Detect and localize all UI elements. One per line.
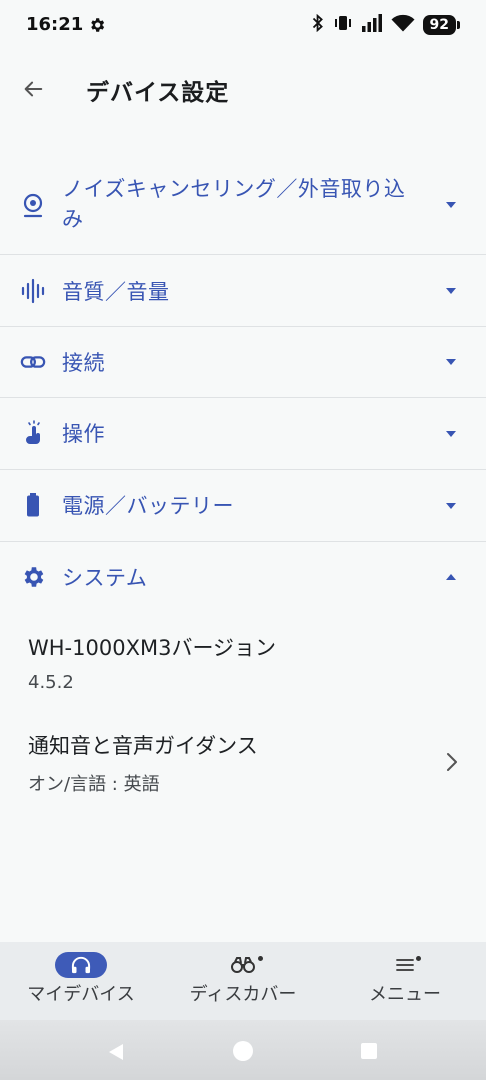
section-power-battery[interactable]: 電源／バッテリー [0, 470, 486, 542]
notification-dot [416, 956, 421, 961]
nav-label: マイデバイス [27, 984, 135, 1005]
section-system[interactable]: システム [0, 542, 486, 612]
chevron-down-icon [446, 288, 456, 294]
chevron-down-icon [446, 359, 456, 365]
section-label: 電源／バッテリー [62, 494, 234, 518]
section-label: システム [62, 566, 148, 590]
nav-tab-discover[interactable]: ディスカバー [162, 942, 324, 1020]
vibrate-icon [333, 15, 353, 35]
status-indicators: 92 [311, 13, 461, 36]
bottom-navigation: マイデバイス ディスカバー メニュー [0, 942, 486, 1020]
nav-label: メニュー [369, 984, 441, 1005]
section-label: 操作 [62, 422, 105, 446]
back-button[interactable] [16, 72, 50, 106]
bluetooth-icon [311, 13, 325, 36]
version-value: 4.5.2 [28, 672, 74, 693]
system-home-icon[interactable] [232, 1040, 254, 1062]
chevron-right-icon [447, 753, 457, 771]
section-sound-quality[interactable]: 音質／音量 [0, 256, 486, 327]
active-tab-indicator [55, 952, 107, 978]
section-noise-cancelling[interactable]: ノイズキャンセリング／外音取り込 み [0, 160, 486, 255]
wifi-icon [391, 14, 415, 36]
system-item-notification-voice-guidance[interactable]: 通知音と音声ガイダンス オン/言語 : 英語 [0, 720, 486, 810]
version-title: WH-1000XM3バージョン [28, 636, 277, 660]
chevron-down-icon [446, 503, 456, 509]
app-bar: デバイス設定 [0, 58, 486, 118]
chevron-down-icon [446, 202, 456, 208]
section-label: ノイズキャンセリング／外音取り込 み [62, 177, 406, 231]
page-title: デバイス設定 [86, 80, 230, 106]
section-connection[interactable]: 接続 [0, 327, 486, 398]
headphones-icon [71, 956, 91, 974]
signal-icon [361, 14, 383, 36]
touch-icon [20, 420, 46, 446]
notification-dot [258, 956, 263, 961]
back-arrow-icon [24, 81, 43, 97]
system-recents-icon[interactable] [360, 1042, 378, 1060]
status-time: 16:21 [26, 14, 84, 35]
status-bar: 16:21 92 [0, 0, 486, 54]
chevron-down-icon [446, 431, 456, 437]
menu-icon [396, 959, 414, 971]
nav-tab-menu[interactable]: メニュー [324, 942, 486, 1020]
noise-cancel-icon [20, 192, 46, 218]
section-label: 接続 [62, 351, 105, 375]
notification-title: 通知音と音声ガイダンス [28, 734, 258, 758]
gear-icon [20, 564, 46, 590]
sound-wave-icon [20, 278, 46, 304]
settings-gear-icon [88, 16, 106, 38]
system-navigation-bar [0, 1020, 486, 1080]
battery-icon [20, 492, 46, 518]
link-icon [20, 349, 46, 375]
system-back-icon[interactable] [106, 1042, 126, 1062]
nav-tab-my-device[interactable]: マイデバイス [0, 942, 162, 1020]
binoculars-icon [231, 957, 255, 973]
notification-value: オン/言語 : 英語 [28, 774, 160, 795]
chevron-up-icon [446, 574, 456, 580]
nav-label: ディスカバー [189, 984, 297, 1005]
system-item-version[interactable]: WH-1000XM3バージョン 4.5.2 [0, 620, 486, 706]
section-operation[interactable]: 操作 [0, 398, 486, 470]
battery-level: 92 [422, 15, 461, 35]
section-label: 音質／音量 [62, 280, 170, 304]
